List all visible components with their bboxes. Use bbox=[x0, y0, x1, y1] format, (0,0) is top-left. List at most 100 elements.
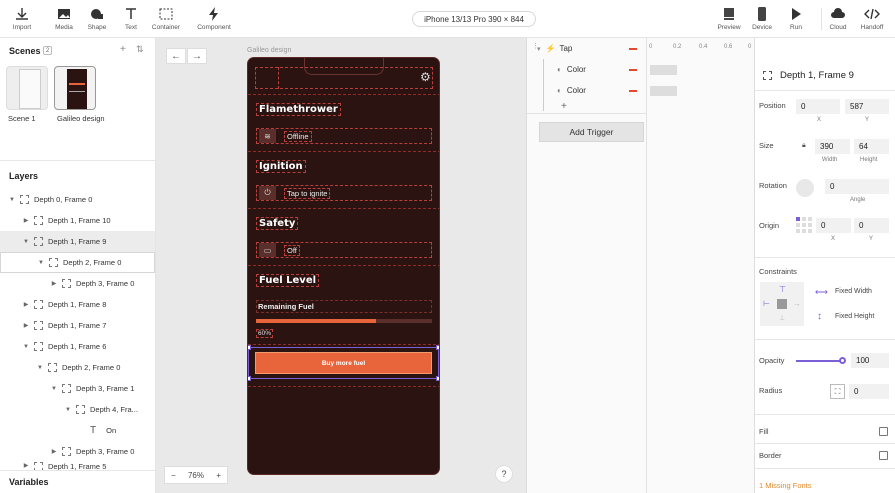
fixed-width-icon[interactable]: ⟷ bbox=[815, 287, 828, 298]
layer-row[interactable]: ▼ Depth 2, Frame 0 bbox=[0, 357, 155, 378]
component-button[interactable]: Component bbox=[192, 6, 236, 31]
rotation-dial[interactable] bbox=[796, 179, 814, 197]
fill-checkbox[interactable] bbox=[879, 427, 888, 436]
border-checkbox[interactable] bbox=[879, 451, 888, 460]
fixed-height-icon[interactable]: ↕ bbox=[817, 311, 822, 322]
layer-row[interactable]: ▶ Depth 1, Frame 10 bbox=[0, 210, 155, 231]
cloud-label: Cloud bbox=[829, 24, 847, 31]
animation-row[interactable]: ◐ Color bbox=[557, 59, 586, 80]
height-input[interactable]: 64 bbox=[854, 139, 889, 154]
constraints-widget[interactable]: ⊤ ⊢ → ⊥ bbox=[760, 282, 804, 326]
zoom-in-button[interactable]: + bbox=[216, 471, 221, 480]
scene-thumb-1[interactable] bbox=[6, 66, 48, 110]
layer-row-selected[interactable]: ▼ Depth 1, Frame 9 bbox=[0, 231, 155, 252]
layer-row[interactable]: ▶ Depth 1, Frame 5 bbox=[0, 462, 155, 470]
origin-x-input[interactable]: 0 bbox=[816, 218, 851, 233]
chevron-down-icon: ▼ bbox=[9, 196, 15, 203]
sort-icon[interactable]: ⇅ bbox=[136, 44, 144, 55]
layer-label: Depth 3, Frame 0 bbox=[76, 447, 135, 456]
angle-input[interactable]: 0 bbox=[825, 179, 889, 194]
container-label: Container bbox=[151, 24, 181, 31]
animation-track[interactable] bbox=[650, 86, 677, 96]
opacity-input[interactable]: 100 bbox=[851, 353, 889, 368]
zoom-control[interactable]: − 76% + bbox=[164, 466, 228, 484]
section-title: Flamethrower bbox=[256, 103, 341, 116]
phone-frame[interactable]: ⚙ Flamethrower ≋ Offline Ignition ⏻ Tap to… bbox=[247, 57, 440, 475]
trigger-row[interactable]: ▾ ⚡ Tap bbox=[537, 38, 572, 59]
container-button[interactable]: Container bbox=[144, 6, 188, 31]
layer-label: Depth 3, Frame 0 bbox=[76, 279, 135, 288]
fuel-label: Remaining Fuel bbox=[258, 302, 314, 311]
bolt-icon bbox=[209, 7, 218, 21]
remove-icon[interactable] bbox=[629, 48, 637, 50]
preview-icon bbox=[724, 8, 734, 20]
fuel-label-row: Remaining Fuel bbox=[256, 300, 432, 313]
layer-row[interactable]: ▼ Depth 4, Fra... bbox=[0, 399, 155, 420]
safety-row[interactable]: ▭ Off bbox=[256, 242, 432, 258]
section-title: Safety bbox=[256, 217, 299, 230]
frame-icon bbox=[34, 342, 43, 351]
image-icon bbox=[58, 9, 70, 19]
fuel-percent: 60% bbox=[256, 329, 274, 338]
chevron-down-icon: ▼ bbox=[38, 259, 44, 266]
layer-row[interactable]: ▶ Depth 1, Frame 8 bbox=[0, 294, 155, 315]
animation-row[interactable]: ◐ Color bbox=[557, 80, 586, 101]
layer-label: Depth 1, Frame 10 bbox=[48, 216, 111, 225]
remove-icon[interactable] bbox=[629, 69, 637, 71]
layer-row[interactable]: T On bbox=[0, 420, 155, 441]
width-caption: Width bbox=[822, 157, 838, 163]
properties-panel: Depth 1, Frame 9 Position 0 587 X Y Size… bbox=[754, 38, 895, 493]
zoom-out-button[interactable]: − bbox=[171, 471, 176, 480]
ignite-row[interactable]: ⏻ Tap to ignite bbox=[256, 185, 432, 201]
layer-row[interactable]: ▶ Depth 3, Frame 0 bbox=[0, 441, 155, 462]
corner-icon[interactable]: ⛶ bbox=[830, 384, 845, 399]
y-caption: Y bbox=[865, 117, 870, 123]
selection-title: Depth 1, Frame 9 bbox=[780, 70, 854, 81]
radius-input[interactable]: 0 bbox=[849, 384, 889, 399]
layer-row[interactable]: ▼ Depth 2, Frame 0 bbox=[0, 252, 155, 273]
chevron-down-icon: ▼ bbox=[37, 364, 43, 371]
section-title: Fuel Level bbox=[256, 274, 320, 287]
power-icon: ⏻ bbox=[259, 186, 276, 200]
layer-row[interactable]: ▶ Depth 3, Frame 0 bbox=[0, 273, 155, 294]
help-button[interactable]: ? bbox=[495, 465, 513, 483]
layer-row[interactable]: ▼ Depth 0, Frame 0 bbox=[0, 189, 155, 210]
opacity-slider-handle[interactable] bbox=[839, 357, 846, 364]
back-button[interactable]: ← bbox=[166, 48, 186, 64]
animation-track[interactable] bbox=[650, 65, 677, 75]
position-y-input[interactable]: 587 bbox=[845, 99, 889, 114]
gear-icon[interactable]: ⚙ bbox=[420, 71, 431, 83]
position-x-input[interactable]: 0 bbox=[796, 99, 840, 114]
lock-icon[interactable]: 🔒︎ bbox=[802, 142, 806, 150]
add-icon[interactable]: + bbox=[120, 44, 126, 55]
status-row[interactable]: ≋ Offline bbox=[256, 128, 432, 144]
chevron-right-icon: ▶ bbox=[23, 463, 29, 469]
width-input[interactable]: 390 bbox=[815, 139, 850, 154]
layer-row[interactable]: ▼ Depth 3, Frame 1 bbox=[0, 378, 155, 399]
origin-y-input[interactable]: 0 bbox=[854, 218, 889, 233]
opacity-slider[interactable] bbox=[796, 360, 843, 362]
chevron-down-icon: ▼ bbox=[51, 385, 57, 392]
forward-button[interactable]: → bbox=[187, 48, 207, 64]
frame-icon bbox=[20, 195, 29, 204]
animation-label: Color bbox=[566, 86, 586, 95]
missing-fonts-warning[interactable]: 1 Missing Fonts bbox=[759, 481, 812, 490]
code-icon bbox=[864, 8, 880, 20]
chevron-right-icon: ▶ bbox=[51, 449, 57, 455]
add-animation-button[interactable]: + bbox=[561, 99, 567, 113]
device-selector[interactable]: iPhone 13/13 Pro 390 × 844 bbox=[412, 11, 536, 27]
scene-label-1: Scene 1 bbox=[8, 114, 36, 123]
buy-fuel-button[interactable]: Buy more fuel bbox=[255, 352, 432, 374]
run-button[interactable]: Run bbox=[774, 6, 818, 31]
add-trigger-button[interactable]: Add Trigger bbox=[539, 122, 644, 142]
remove-icon[interactable] bbox=[629, 90, 637, 92]
canvas[interactable]: ← → Galileo design ⚙ Flamethrower ≋ Offli… bbox=[156, 38, 526, 493]
origin-grid[interactable] bbox=[796, 217, 812, 233]
layer-label: Depth 1, Frame 9 bbox=[48, 237, 107, 246]
opacity-label: Opacity bbox=[759, 356, 785, 365]
layer-row[interactable]: ▼ Depth 1, Frame 6 bbox=[0, 336, 155, 357]
import-button[interactable]: Import bbox=[0, 6, 44, 31]
handoff-button[interactable]: Handoff bbox=[850, 6, 894, 31]
scene-thumb-2[interactable] bbox=[54, 66, 96, 110]
layer-row[interactable]: ▶ Depth 1, Frame 7 bbox=[0, 315, 155, 336]
